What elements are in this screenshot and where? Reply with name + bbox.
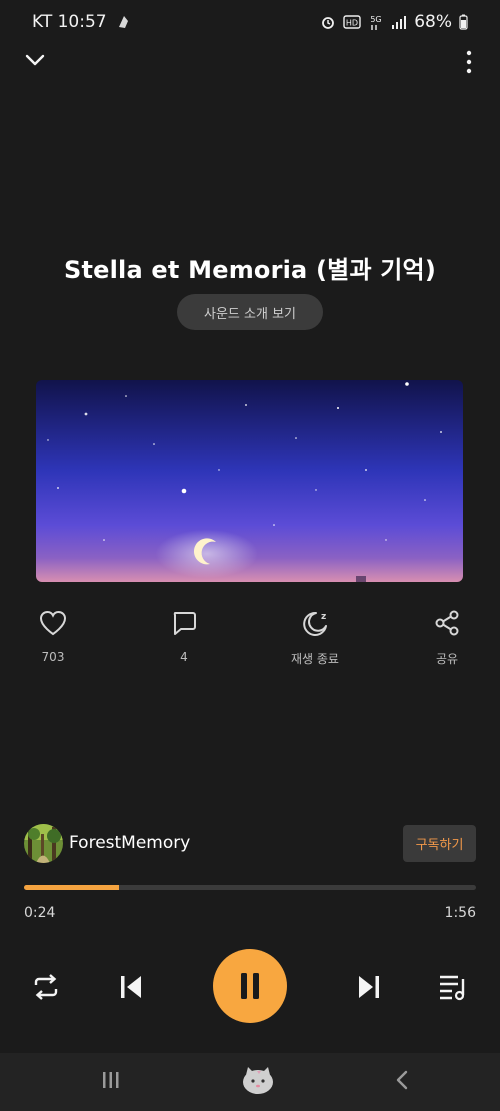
home-icon — [243, 1067, 273, 1094]
track-actions: 703 4 z 재생 종료 공유 — [0, 602, 500, 672]
battery-text: 68% — [414, 12, 452, 32]
5g-icon: 5G — [371, 15, 382, 30]
moon-icon: z — [303, 611, 327, 636]
comment-count: 4 — [180, 650, 188, 664]
sound-intro-button[interactable]: 사운드 소개 보기 — [177, 294, 323, 330]
system-navigation-bar — [0, 1053, 500, 1111]
battery-icon — [459, 14, 468, 30]
share-action[interactable]: 공유 — [407, 602, 487, 667]
comment-icon — [173, 612, 196, 635]
collapse-button[interactable] — [22, 46, 48, 74]
next-button[interactable] — [354, 971, 384, 1003]
carrier-time: KT 10:57 — [32, 12, 107, 32]
duration: 1:56 — [444, 905, 476, 921]
repeat-icon — [34, 974, 58, 1000]
share-icon — [435, 610, 459, 636]
night-sky-artwork — [36, 380, 463, 582]
alarm-icon — [322, 17, 335, 29]
like-count: 703 — [41, 650, 65, 664]
status-bar: KT 10:57 HD 5G 68% — [0, 0, 500, 44]
playback-controls — [0, 949, 500, 1027]
track-artwork — [36, 380, 463, 582]
comment-action[interactable]: 4 — [144, 602, 224, 664]
heart-icon — [39, 610, 67, 636]
sleep-timer-label: 재생 종료 — [291, 652, 339, 666]
back-button[interactable] — [394, 1069, 410, 1095]
svg-text:HD: HD — [346, 19, 358, 28]
notification-icon — [118, 16, 128, 28]
like-action[interactable]: 703 — [13, 602, 93, 664]
forest-avatar-image — [24, 824, 63, 863]
channel-name[interactable]: ForestMemory — [69, 833, 190, 853]
repeat-button[interactable] — [27, 971, 65, 1003]
status-left: KT 10:57 — [32, 12, 133, 32]
channel-avatar[interactable] — [24, 824, 63, 863]
progress-fill — [24, 885, 119, 890]
recent-apps-button[interactable] — [100, 1070, 122, 1094]
progress-bar[interactable] — [24, 885, 476, 890]
sleep-timer-action[interactable]: z 재생 종료 — [275, 602, 355, 667]
subscribe-button[interactable]: 구독하기 — [403, 825, 476, 862]
home-button[interactable] — [240, 1065, 276, 1099]
signal-icon — [392, 16, 407, 29]
chevron-down-icon — [25, 54, 45, 66]
pause-icon — [241, 973, 259, 999]
previous-button[interactable] — [116, 971, 146, 1003]
previous-icon — [121, 976, 141, 998]
playlist-icon — [440, 975, 465, 1001]
track-title: Stella et Memoria (별과 기억) — [63, 256, 437, 284]
status-right: HD 5G 68% — [320, 12, 468, 32]
svg-text:z: z — [321, 612, 326, 622]
more-vertical-icon — [466, 50, 472, 74]
pause-button[interactable] — [213, 949, 287, 1023]
recent-apps-icon — [103, 1072, 119, 1088]
more-options-button[interactable] — [460, 48, 478, 76]
next-icon — [359, 976, 379, 998]
current-time: 0:24 — [24, 905, 56, 921]
back-icon — [396, 1070, 408, 1090]
svg-text:5G: 5G — [371, 15, 382, 24]
channel-row: ForestMemory 구독하기 — [24, 824, 476, 864]
hd-icon: HD — [343, 15, 361, 29]
share-label: 공유 — [435, 652, 459, 666]
playlist-button[interactable] — [436, 971, 470, 1003]
